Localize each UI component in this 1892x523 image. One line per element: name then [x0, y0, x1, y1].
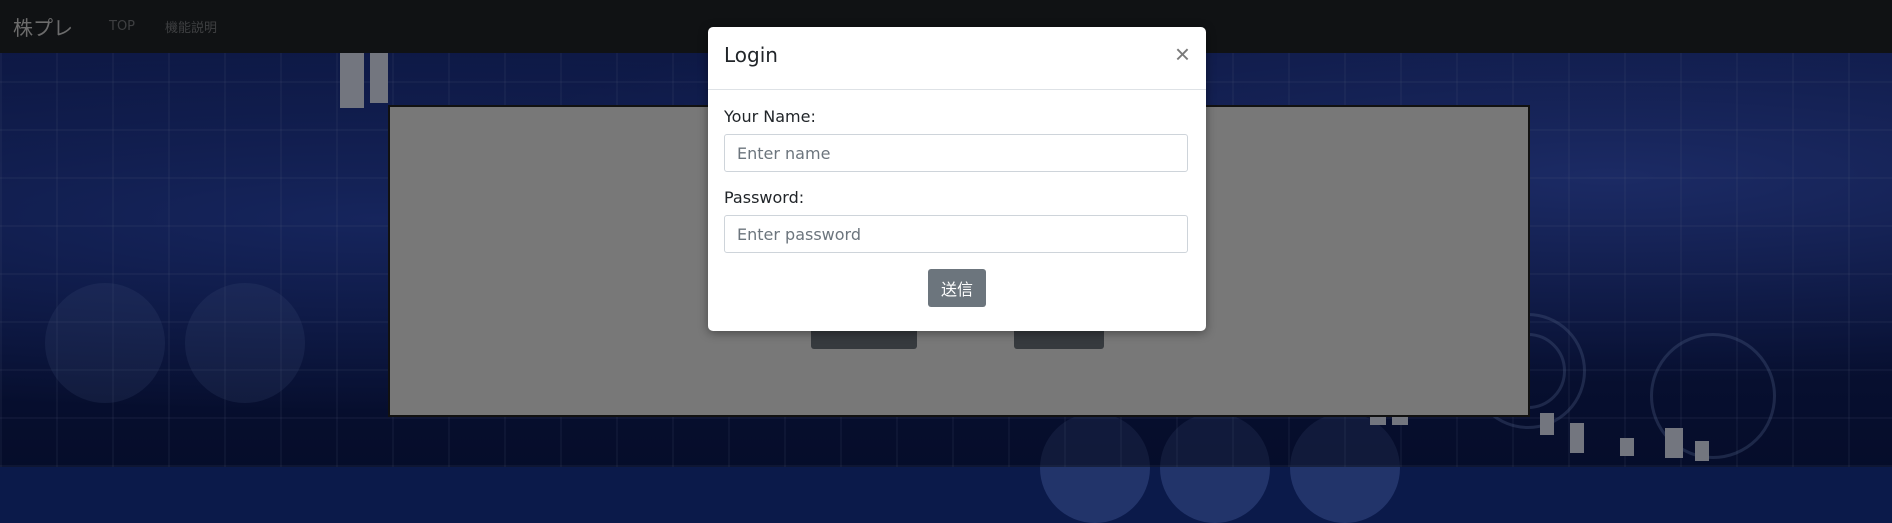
login-modal: Login × Your Name: Password: 送信: [708, 27, 1206, 331]
submit-container: 送信: [724, 269, 1190, 307]
password-input[interactable]: [724, 215, 1188, 253]
modal-title: Login: [724, 43, 778, 67]
modal-body: Your Name: Password: 送信: [708, 107, 1206, 307]
submit-button[interactable]: 送信: [928, 269, 986, 307]
close-icon[interactable]: ×: [1175, 41, 1190, 67]
modal-header: Login ×: [708, 27, 1206, 90]
name-input[interactable]: [724, 134, 1188, 172]
password-label: Password:: [724, 188, 805, 207]
name-label: Your Name:: [724, 107, 816, 126]
